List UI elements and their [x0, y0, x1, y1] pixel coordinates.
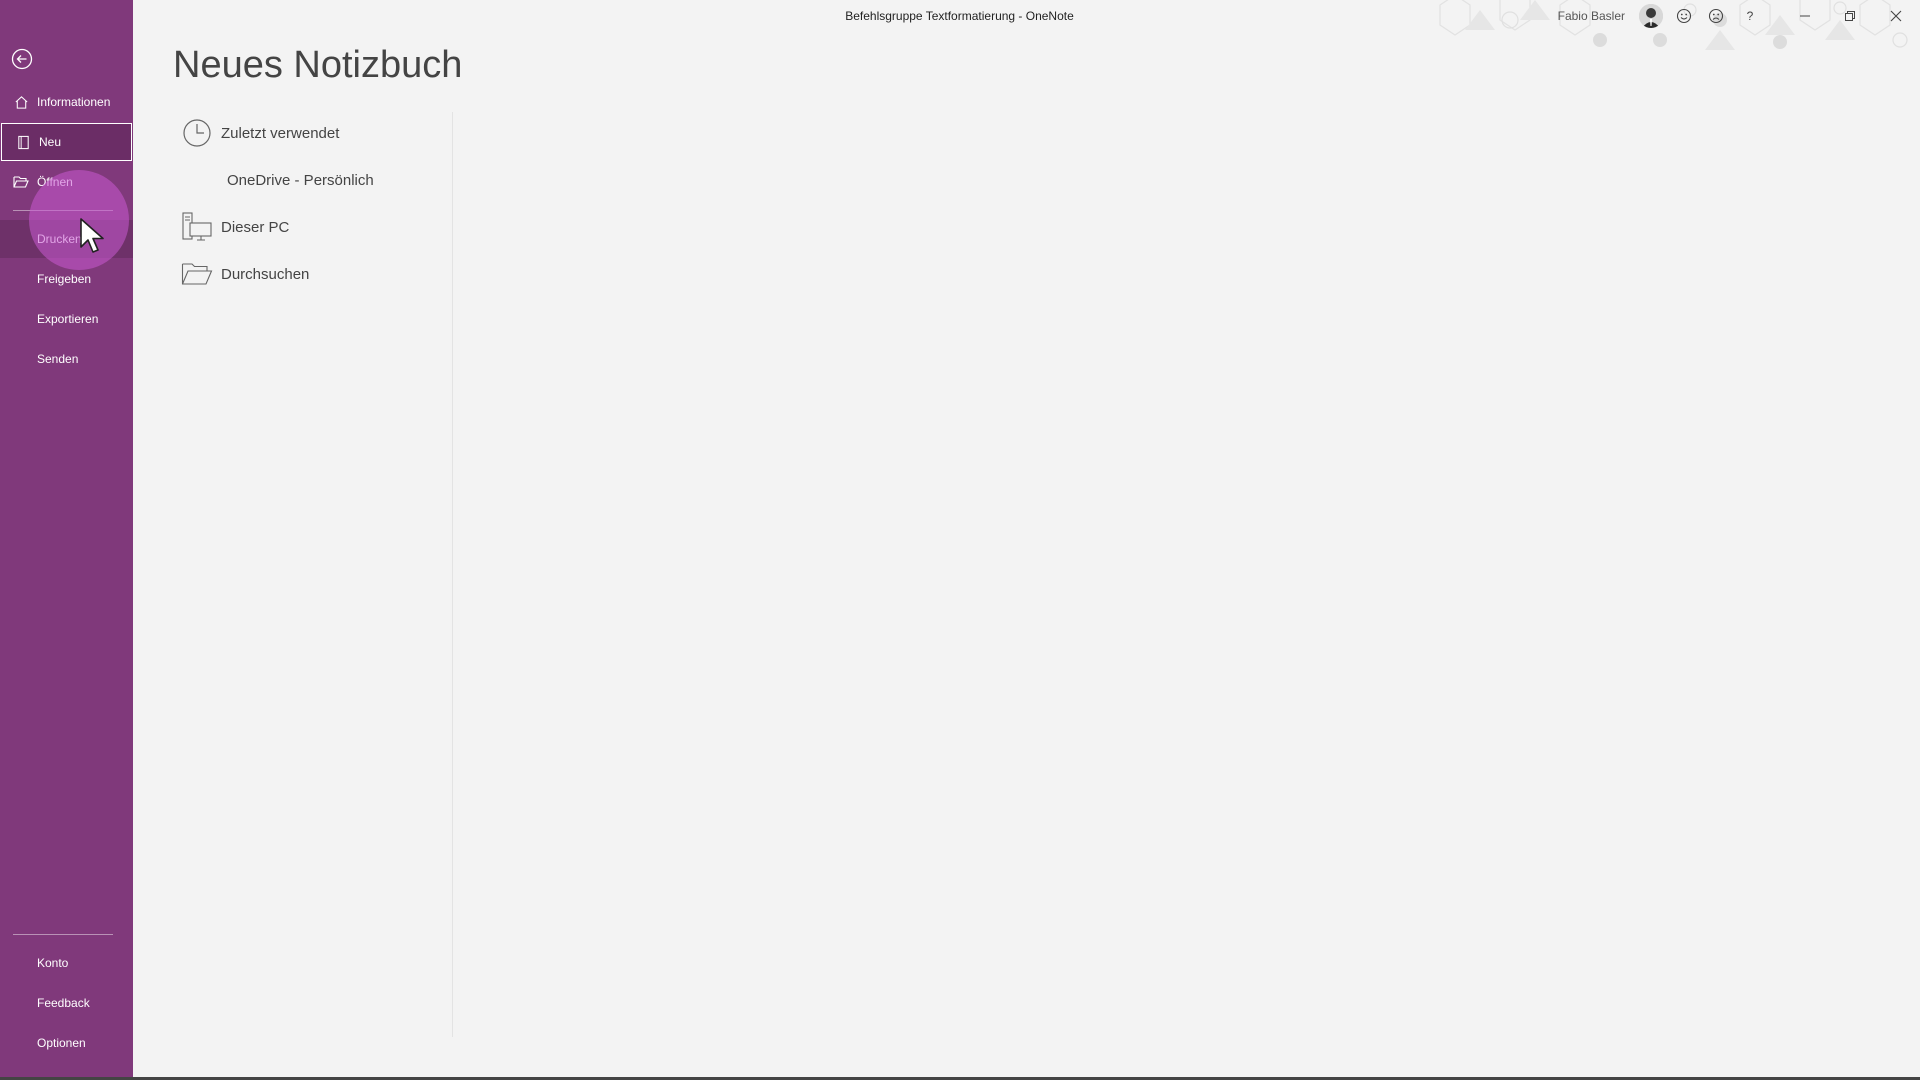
folder-open-icon — [13, 174, 29, 190]
folder-icon — [179, 258, 215, 290]
location-label: Durchsuchen — [221, 265, 310, 283]
smile-icon — [1676, 8, 1692, 24]
location-durchsuchen[interactable]: Durchsuchen — [173, 253, 453, 295]
sidebar-item-label: Freigeben — [37, 272, 92, 286]
sidebar-item-senden[interactable]: Senden — [0, 340, 133, 378]
sidebar-item-label: Feedback — [37, 996, 90, 1010]
notebook-icon — [15, 134, 31, 150]
sidebar-item-neu[interactable]: Neu — [1, 123, 132, 161]
restore-button[interactable] — [1838, 4, 1862, 28]
title-bar: Befehlsgruppe Textformatierung - OneNote… — [133, 0, 1920, 50]
backstage-sidebar: Informationen Neu Öffnen Drucken Freigeb… — [0, 0, 133, 1077]
sidebar-item-label: Exportieren — [37, 312, 99, 326]
minimize-button[interactable] — [1793, 4, 1817, 28]
home-icon — [13, 94, 29, 110]
onenote-backstage: Informationen Neu Öffnen Drucken Freigeb… — [0, 0, 1920, 1080]
user-name[interactable]: Fabio Basler — [1558, 9, 1625, 23]
location-label: Dieser PC — [221, 218, 290, 236]
sidebar-item-konto[interactable]: Konto — [0, 944, 133, 982]
sidebar-item-freigeben[interactable]: Freigeben — [0, 260, 133, 298]
frown-icon — [1708, 8, 1724, 24]
smile-feedback-button[interactable] — [1672, 4, 1696, 28]
sidebar-item-optionen[interactable]: Optionen — [0, 1024, 133, 1062]
close-button[interactable] — [1884, 4, 1908, 28]
sidebar-item-drucken[interactable]: Drucken — [0, 220, 133, 258]
avatar[interactable] — [1639, 4, 1663, 28]
sidebar-item-label: Informationen — [37, 95, 111, 109]
sidebar-item-feedback[interactable]: Feedback — [0, 984, 133, 1022]
location-label: Zuletzt verwendet — [221, 124, 340, 142]
clock-icon — [179, 117, 215, 149]
sidebar-item-label: Drucken — [37, 232, 82, 246]
sidebar-item-label: Senden — [37, 352, 79, 366]
sidebar-item-label: Konto — [37, 956, 69, 970]
sidebar-item-label: Neu — [39, 135, 62, 149]
sidebar-divider — [13, 934, 113, 935]
frown-feedback-button[interactable] — [1704, 4, 1728, 28]
back-arrow-icon — [11, 48, 33, 70]
page-title: Neues Notizbuch — [173, 44, 463, 86]
sidebar-item-informationen[interactable]: Informationen — [0, 83, 133, 121]
back-button[interactable] — [8, 45, 36, 73]
location-label: OneDrive - Persönlich — [227, 171, 374, 189]
minimize-icon — [1800, 15, 1810, 17]
sidebar-divider — [13, 210, 113, 211]
sidebar-item-oeffnen[interactable]: Öffnen — [0, 163, 133, 201]
location-dieser-pc[interactable]: Dieser PC — [173, 206, 453, 248]
computer-icon — [179, 211, 215, 243]
sidebar-item-exportieren[interactable]: Exportieren — [0, 300, 133, 338]
close-icon — [1890, 10, 1902, 22]
help-icon: ? — [1746, 9, 1754, 23]
location-onedrive-persoenlich[interactable]: OneDrive - Persönlich — [173, 159, 453, 201]
sidebar-item-label: Optionen — [37, 1036, 86, 1050]
restore-icon — [1845, 11, 1855, 21]
sidebar-item-label: Öffnen — [37, 175, 73, 189]
content-divider — [452, 112, 453, 1037]
help-button[interactable]: ? — [1738, 4, 1762, 28]
location-zuletzt-verwendet[interactable]: Zuletzt verwendet — [173, 112, 453, 154]
